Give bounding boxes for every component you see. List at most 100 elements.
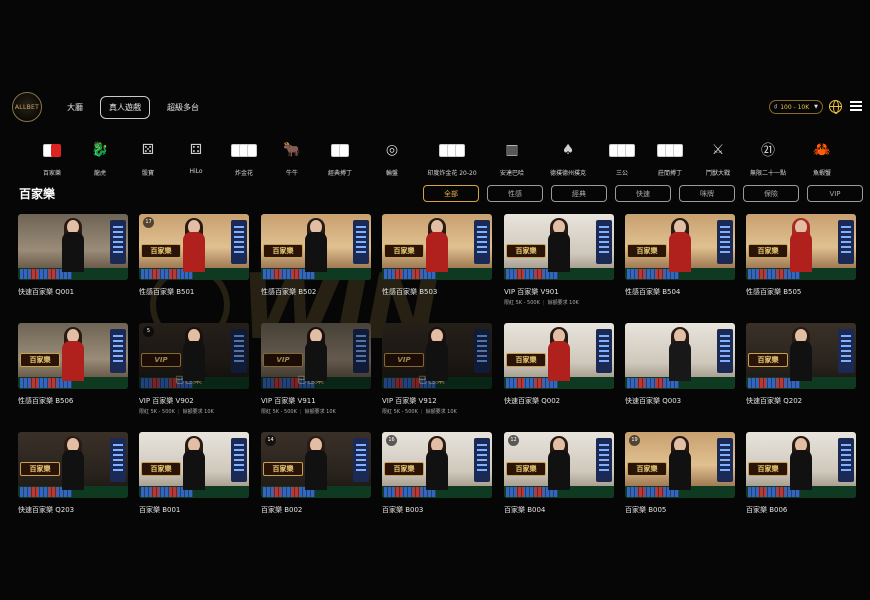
filter-button[interactable]: 經典 bbox=[551, 185, 607, 202]
game-thumbnail[interactable]: 百家樂 bbox=[139, 432, 249, 498]
filter-button[interactable]: 咪牌 bbox=[679, 185, 735, 202]
category-label: 無限二十一點 bbox=[749, 170, 786, 177]
game-card[interactable]: 百家樂 性感百家樂 B506 bbox=[18, 323, 128, 406]
game-card[interactable]: 百家樂 19 百家樂 B005 bbox=[625, 432, 735, 515]
game-thumbnail[interactable]: 百家樂 19 bbox=[625, 432, 735, 498]
game-logo-badge: 百家樂 bbox=[384, 462, 424, 476]
game-title: 百家樂 B006 bbox=[746, 506, 788, 514]
game-thumbnail[interactable] bbox=[18, 214, 128, 280]
game-thumbnail[interactable]: 百家樂 bbox=[504, 214, 614, 280]
game-title: 百家樂 B003 bbox=[382, 506, 424, 514]
nav-tab[interactable]: 真人遊戲 bbox=[100, 96, 150, 119]
game-card[interactable]: 百家樂 14 百家樂 B002 bbox=[261, 432, 371, 515]
game-card[interactable]: 百家樂百家樂 B006 bbox=[746, 432, 856, 515]
stats-panel bbox=[353, 220, 369, 264]
game-logo-badge: 百家樂 bbox=[384, 244, 424, 258]
bet-range-selector[interactable]: ₫ 100 - 10K ▼ bbox=[769, 100, 823, 114]
game-logo-badge: 百家樂 bbox=[263, 462, 303, 476]
game-card[interactable]: 百家樂 快速百家樂 Q203 bbox=[18, 432, 128, 515]
game-title: VIP 百家樂 V902 bbox=[139, 397, 194, 405]
stats-panel bbox=[474, 438, 490, 482]
stats-panel bbox=[596, 438, 612, 482]
game-card[interactable]: 快速百家樂 Q001 bbox=[18, 214, 128, 297]
game-title: 快速百家樂 Q002 bbox=[504, 397, 561, 405]
min-balance-label: 餘額要求 bbox=[425, 409, 446, 415]
stats-panel bbox=[717, 329, 733, 373]
game-thumbnail[interactable]: 百家樂 bbox=[625, 214, 735, 280]
game-thumbnail[interactable]: 百家樂 bbox=[18, 432, 128, 498]
game-card[interactable]: 百家樂性感百家樂 B505 bbox=[746, 214, 856, 297]
dealer-image bbox=[305, 436, 327, 498]
filter-button[interactable]: 快速 bbox=[615, 185, 671, 202]
limit-label: 限紅 bbox=[382, 409, 393, 415]
game-logo-badge: 百家樂 bbox=[748, 353, 788, 367]
menu-icon[interactable] bbox=[850, 101, 862, 111]
stats-panel bbox=[110, 329, 126, 373]
game-card[interactable]: 百家樂 性感百家樂 B503 bbox=[382, 214, 492, 297]
chevron-down-icon: ▼ bbox=[814, 104, 818, 110]
filter-button[interactable]: 保險 bbox=[743, 185, 799, 202]
game-card[interactable]: 百家樂 16 百家樂 B003 bbox=[382, 432, 492, 515]
section-title: 百家樂 bbox=[19, 187, 56, 201]
game-thumbnail[interactable]: 百家樂 12 bbox=[504, 432, 614, 498]
brand-logo[interactable]: ALLBET bbox=[12, 92, 42, 122]
andar-bahar-icon: ▥ bbox=[505, 142, 519, 158]
category-texas-holdem[interactable]: ♠ 德撲德州撲克 bbox=[538, 138, 598, 177]
game-card[interactable]: 百家樂快速百家樂 Q002 bbox=[504, 323, 614, 406]
game-card[interactable]: 百家樂 性感百家樂 B504 bbox=[625, 214, 735, 297]
min-balance-value: 10K bbox=[569, 300, 579, 306]
game-card[interactable]: 快速百家樂 Q003 bbox=[625, 323, 735, 406]
game-thumbnail[interactable]: 百家樂 bbox=[746, 214, 856, 280]
stats-panel bbox=[838, 438, 854, 482]
category-roulette[interactable]: ◎ 輪盤 bbox=[362, 138, 422, 177]
category-pok-deng[interactable]: 經典搏丁 bbox=[310, 138, 370, 177]
game-card[interactable]: VIP 已包桌 VIP 百家樂 V911 限紅 5K - 500K | 餘額要求 10K bbox=[261, 323, 371, 415]
category-label: 魚蝦蟹 bbox=[812, 170, 831, 177]
bet-limits: 限紅 5K - 500K | 餘額要求 10K bbox=[261, 409, 336, 415]
currency-symbol: ₫ bbox=[774, 104, 778, 110]
nav-tab[interactable]: 大廳 bbox=[58, 96, 92, 119]
game-card[interactable]: 百家樂 12 百家樂 B004 bbox=[504, 432, 614, 515]
game-thumbnail[interactable]: VIP 已包桌 bbox=[261, 323, 371, 389]
game-thumbnail[interactable]: VIP 已包桌 bbox=[382, 323, 492, 389]
nav-tab[interactable]: 超級多台 bbox=[158, 96, 208, 119]
game-title: 性感百家樂 B505 bbox=[746, 288, 802, 296]
game-title: 性感百家樂 B501 bbox=[139, 288, 195, 296]
filter-button[interactable]: 全部 bbox=[423, 185, 479, 202]
game-thumbnail[interactable] bbox=[625, 323, 735, 389]
game-title: VIP 百家樂 V911 bbox=[261, 397, 316, 405]
game-card[interactable]: 百家樂快速百家樂 Q202 bbox=[746, 323, 856, 406]
game-logo-badge: 百家樂 bbox=[748, 462, 788, 476]
category-fish-prawn-crab[interactable]: 🦀 魚蝦蟹 bbox=[792, 138, 852, 177]
game-card[interactable]: VIP 已包桌 VIP 百家樂 V912 限紅 5K - 500K | 餘額要求 10K bbox=[382, 323, 492, 415]
category-andar-bahar[interactable]: ▥ 安達巴哈 bbox=[482, 138, 542, 177]
min-balance-value: 10K bbox=[326, 409, 336, 415]
game-title: 快速百家樂 Q202 bbox=[746, 397, 803, 405]
game-card[interactable]: 百家樂 17 性感百家樂 B501 bbox=[139, 214, 249, 297]
game-thumbnail[interactable]: 百家樂 bbox=[382, 214, 492, 280]
game-thumbnail[interactable]: 百家樂 17 bbox=[139, 214, 249, 280]
game-title: 百家樂 B001 bbox=[139, 506, 181, 514]
game-thumbnail[interactable]: 百家樂 16 bbox=[382, 432, 492, 498]
dealer-image bbox=[426, 218, 448, 280]
game-thumbnail[interactable]: 百家樂 bbox=[261, 214, 371, 280]
game-logo-badge: 百家樂 bbox=[20, 353, 60, 367]
game-thumbnail[interactable]: 百家樂 bbox=[746, 432, 856, 498]
game-card[interactable]: VIP 已包桌 5 VIP 百家樂 V902 限紅 5K - 500K | 餘額要求 10K bbox=[139, 323, 249, 415]
game-thumbnail[interactable]: 百家樂 bbox=[746, 323, 856, 389]
game-card[interactable]: 百家樂百家樂 B001 bbox=[139, 432, 249, 515]
filter-button[interactable]: VIP bbox=[807, 185, 863, 202]
bet-limits: 限紅 5K - 500K | 餘額要求 10K bbox=[139, 409, 214, 415]
category-blackjack-21[interactable]: ㉑無限二十一點 bbox=[738, 138, 798, 177]
game-thumbnail[interactable]: 百家樂 14 bbox=[261, 432, 371, 498]
limit-label: 限紅 bbox=[139, 409, 150, 415]
game-thumbnail[interactable]: VIP 已包桌 5 bbox=[139, 323, 249, 389]
game-card[interactable]: 百家樂 性感百家樂 B502 bbox=[261, 214, 371, 297]
game-thumbnail[interactable]: 百家樂 bbox=[504, 323, 614, 389]
game-card[interactable]: 百家樂 VIP 百家樂 V901 限紅 5K - 500K | 餘額要求 10K bbox=[504, 214, 614, 306]
filter-button[interactable]: 性感 bbox=[487, 185, 543, 202]
game-thumbnail[interactable]: 百家樂 bbox=[18, 323, 128, 389]
game-logo-badge: 百家樂 bbox=[748, 244, 788, 258]
globe-icon[interactable] bbox=[829, 100, 842, 114]
category-teen-patti[interactable]: 印度炸金花 20-20 bbox=[422, 138, 482, 177]
